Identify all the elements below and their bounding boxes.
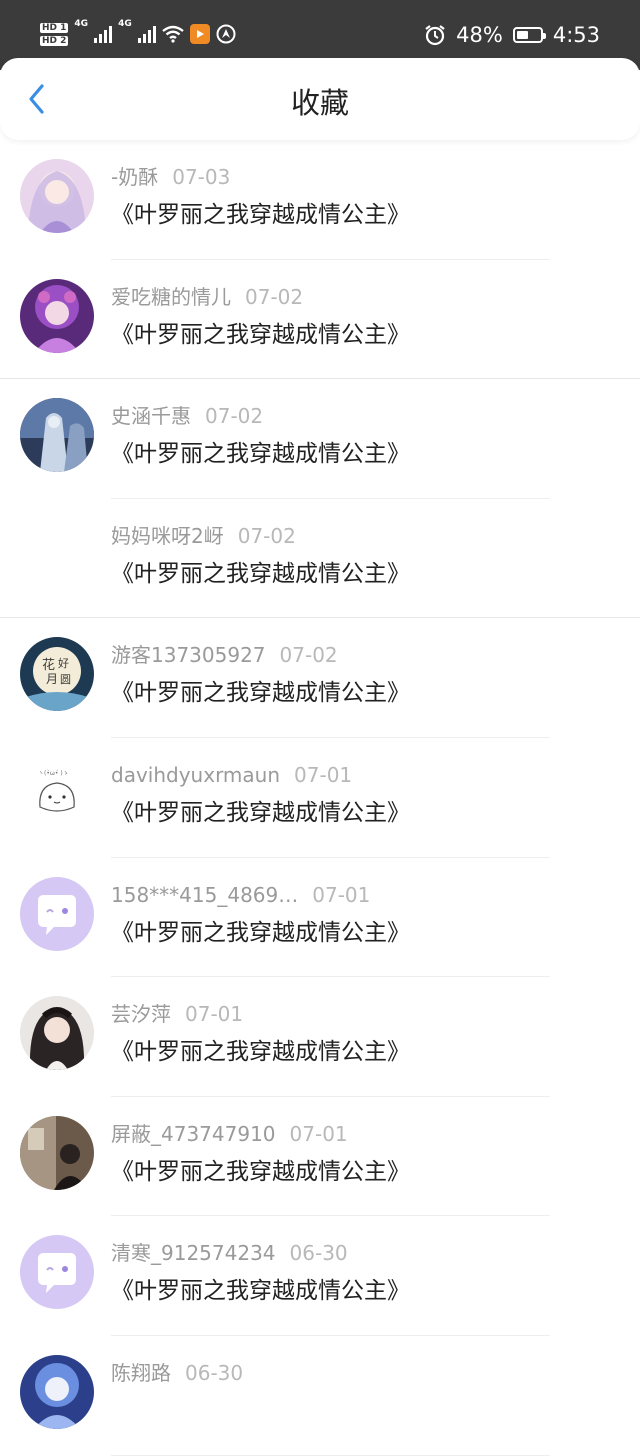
list-item[interactable]: 爱吃糖的情儿 07-02 《叶罗丽之我穿越成情公主》	[0, 260, 640, 380]
list-item[interactable]: 清寒_912574234 06-30 《叶罗丽之我穿越成情公主》	[0, 1216, 640, 1336]
avatar[interactable]: 花好月圆	[20, 637, 94, 712]
status-right: 48% 4:53	[424, 18, 600, 52]
book-title[interactable]: 《叶罗丽之我穿越成情公主》	[111, 796, 410, 830]
book-title[interactable]: 《叶罗丽之我穿越成情公主》	[111, 198, 410, 232]
book-title[interactable]: 《叶罗丽之我穿越成情公主》	[111, 916, 410, 950]
item-date: 07-01	[185, 1002, 244, 1027]
video-app-icon	[189, 24, 210, 44]
item-meta: 陈翔路 06-30	[111, 1358, 243, 1388]
avatar[interactable]	[20, 159, 94, 233]
list-item[interactable]: -奶酥 07-03 《叶罗丽之我穿越成情公主》	[0, 140, 640, 260]
avatar[interactable]	[20, 398, 94, 473]
list-item[interactable]: 史涵千惠 07-02 《叶罗丽之我穿越成情公主》	[0, 379, 640, 499]
item-date: 07-01	[289, 1121, 348, 1146]
user-name[interactable]: 陈翔路	[111, 1361, 171, 1385]
item-date: 06-30	[289, 1241, 348, 1266]
wifi-icon	[161, 25, 184, 43]
item-meta: 清寒_912574234 06-30	[111, 1238, 348, 1268]
user-name[interactable]: 爱吃糖的情儿	[111, 285, 231, 309]
item-date: 07-01	[294, 762, 353, 787]
item-date: 06-30	[185, 1360, 244, 1385]
svg-text:ヽ(•̀ω•́ )ゝ: ヽ(•̀ω•́ )ゝ	[38, 770, 69, 777]
item-date: 07-01	[312, 882, 371, 907]
avatar[interactable]: ヽ(•̀ω•́ )ゝ	[20, 756, 94, 831]
user-name[interactable]: 史涵千惠	[111, 404, 191, 428]
svg-text:月: 月	[46, 672, 58, 686]
item-meta: 游客137305927 07-02	[111, 640, 338, 670]
hd-icon: HD 1 HD 2	[40, 22, 69, 46]
avatar[interactable]	[20, 1115, 94, 1190]
clock: 4:53	[552, 23, 600, 47]
navigation-app-icon	[216, 24, 236, 44]
item-meta: 芸汐萍 07-01	[111, 999, 243, 1029]
book-title[interactable]: 《叶罗丽之我穿越成情公主》	[111, 676, 410, 710]
favorites-list: -奶酥 07-03 《叶罗丽之我穿越成情公主》 爱吃糖的情儿 07-02 《叶罗丽之我穿越…	[0, 140, 640, 1456]
user-name[interactable]: -奶酥	[111, 165, 158, 189]
avatar[interactable]	[20, 1235, 94, 1310]
user-name[interactable]: 屏蔽_473747910	[111, 1122, 276, 1146]
item-date: 07-02	[237, 523, 296, 548]
divider	[111, 1454, 550, 1456]
book-title[interactable]: 《叶罗丽之我穿越成情公主》	[111, 437, 410, 471]
item-date: 07-02	[205, 404, 264, 429]
item-meta: 爱吃糖的情儿 07-02	[111, 282, 303, 312]
book-title[interactable]: 《叶罗丽之我穿越成情公主》	[111, 318, 410, 352]
svg-text:好: 好	[58, 656, 69, 670]
signal-icon-2	[137, 25, 156, 43]
svg-text:圆: 圆	[60, 673, 71, 686]
user-name[interactable]: 158***415_4869…	[111, 883, 298, 907]
list-item[interactable]: 陈翔路 06-30	[0, 1336, 640, 1456]
user-name[interactable]: 妈妈咪呀2岈	[111, 524, 224, 548]
user-name[interactable]: 芸汐萍	[111, 1002, 171, 1026]
user-name[interactable]: 清寒_912574234	[111, 1241, 276, 1265]
list-item[interactable]: 花好月圆游客137305927 07-02 《叶罗丽之我穿越成情公主》	[0, 618, 640, 738]
item-meta: 妈妈咪呀2岈 07-02	[111, 521, 296, 551]
item-meta: 158***415_4869… 07-01	[111, 880, 370, 910]
book-title[interactable]: 《叶罗丽之我穿越成情公主》	[111, 1155, 410, 1189]
page-title: 收藏	[290, 86, 349, 120]
signal-icon	[94, 25, 113, 43]
battery-icon	[512, 27, 546, 43]
status-left: HD 1 HD 2 4G 4G	[40, 16, 236, 52]
battery-percent: 48%	[456, 23, 503, 47]
nav-bar: 收藏	[0, 58, 640, 140]
list-item[interactable]: 158***415_4869… 07-01 《叶罗丽之我穿越成情公主》	[0, 858, 640, 978]
avatar[interactable]	[20, 876, 94, 951]
book-title[interactable]: 《叶罗丽之我穿越成情公主》	[111, 557, 410, 591]
book-title[interactable]: 《叶罗丽之我穿越成情公主》	[111, 1274, 410, 1308]
item-date: 07-02	[279, 643, 338, 668]
item-date: 07-03	[172, 165, 231, 189]
list-item[interactable]: 屏蔽_473747910 07-01 《叶罗丽之我穿越成情公主》	[0, 1097, 640, 1217]
user-name[interactable]: 游客137305927	[111, 643, 266, 667]
avatar[interactable]	[20, 518, 94, 592]
list-item[interactable]: ヽ(•̀ω•́ )ゝ davihdyuxrmaun 07-01 《叶罗丽之我穿越成情公…	[0, 738, 640, 858]
avatar[interactable]	[20, 278, 94, 353]
avatar[interactable]	[20, 996, 94, 1071]
network-4g-icon-2: 4G	[118, 19, 132, 29]
list-item[interactable]: 妈妈咪呀2岈 07-02 《叶罗丽之我穿越成情公主》	[0, 499, 640, 619]
user-name[interactable]: davihdyuxrmaun	[111, 763, 280, 787]
avatar[interactable]	[20, 1354, 94, 1429]
book-title[interactable]: 《叶罗丽之我穿越成情公主》	[111, 1035, 410, 1069]
network-4g-icon: 4G	[74, 19, 89, 29]
item-meta: 屏蔽_473747910 07-01	[111, 1119, 348, 1149]
item-meta: -奶酥 07-03	[111, 162, 230, 192]
item-date: 07-02	[245, 284, 304, 309]
alarm-icon	[425, 25, 445, 46]
svg-text:花: 花	[42, 657, 55, 673]
list-item[interactable]: 芸汐萍 07-01 《叶罗丽之我穿越成情公主》	[0, 977, 640, 1097]
item-meta: davihdyuxrmaun 07-01	[111, 760, 352, 790]
item-meta: 史涵千惠 07-02	[111, 401, 263, 431]
